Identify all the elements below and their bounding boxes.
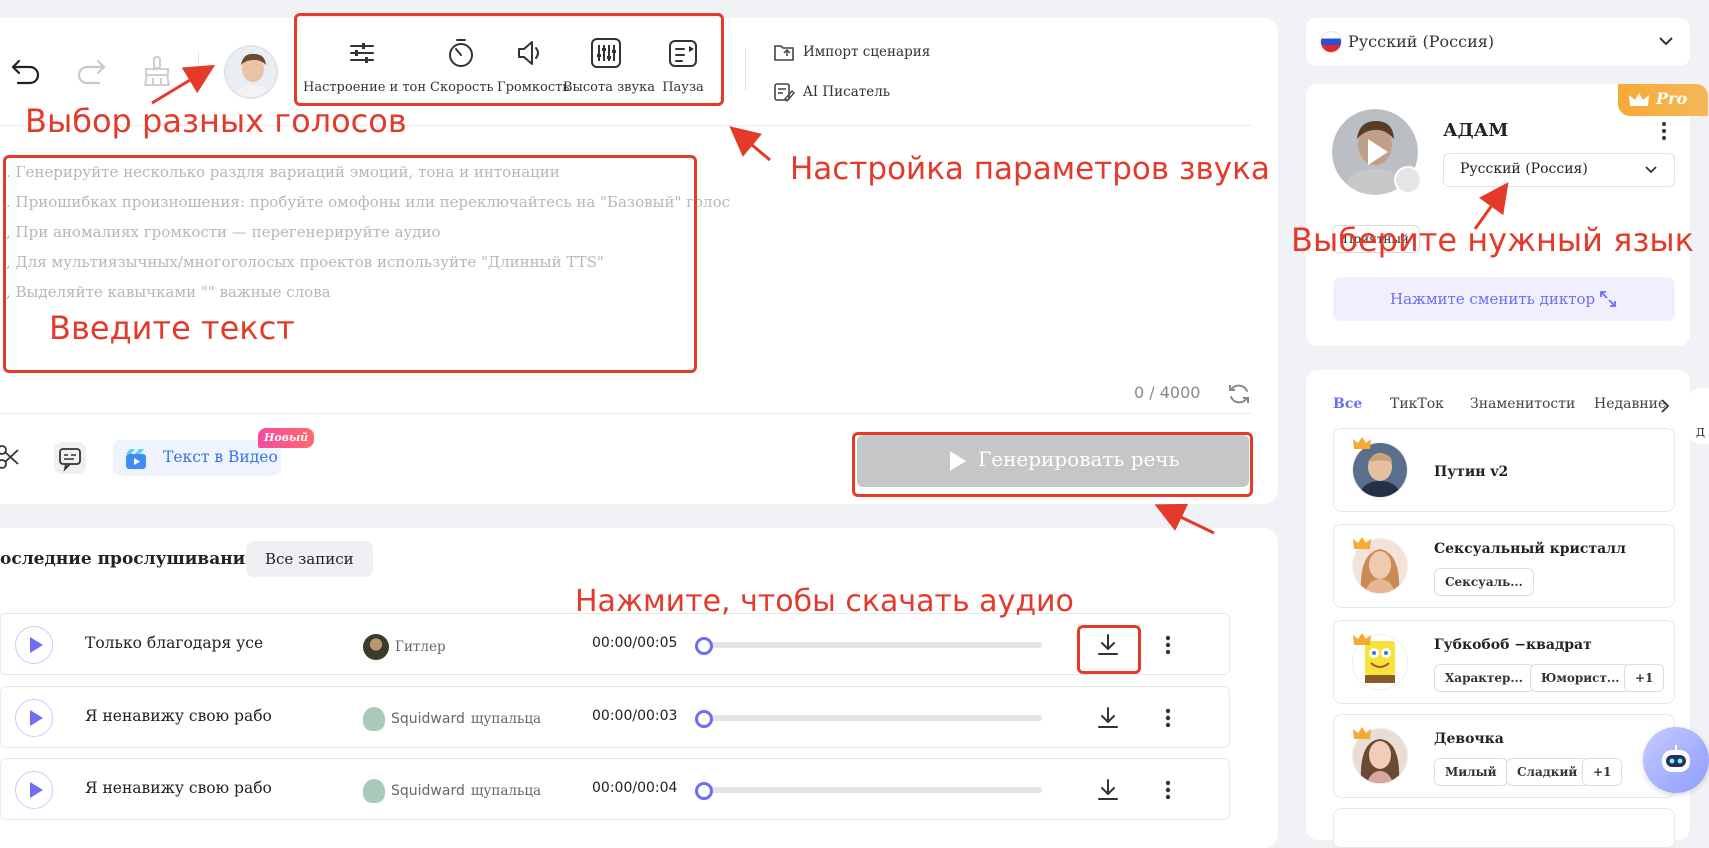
arrow-to-language [1473,182,1509,230]
annotation-arrows [151,64,1509,535]
arrow-to-tools [729,126,771,162]
arrow-to-generate [1154,503,1215,535]
arrow-to-avatar [151,64,216,105]
